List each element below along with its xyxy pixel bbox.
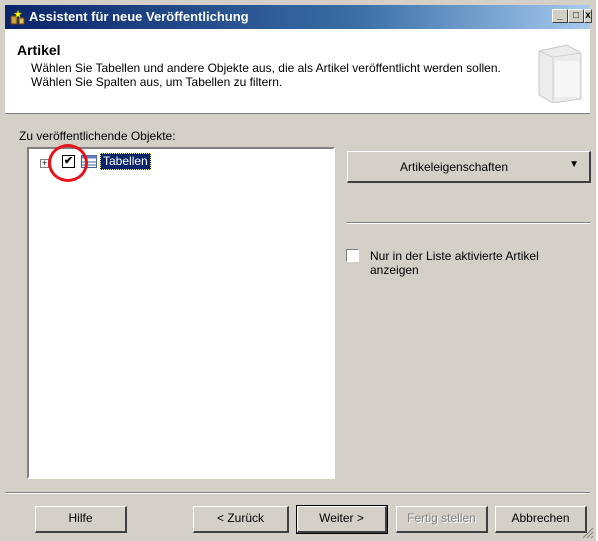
page-title: Artikel [17, 42, 61, 58]
wizard-icon [10, 9, 25, 25]
tree-item-tabellen[interactable]: Tabellen [100, 153, 151, 170]
minimize-button[interactable]: _ [552, 9, 568, 23]
help-button[interactable]: Hilfe [35, 506, 127, 533]
article-properties-label: Artikeleigenschaften [400, 160, 509, 174]
wizard-header: Artikel Wählen Sie Tabellen und andere O… [5, 29, 590, 114]
maximize-button[interactable]: □ [568, 9, 584, 23]
separator [347, 222, 591, 224]
page-description: Wählen Sie Tabellen und andere Objekte a… [31, 61, 501, 89]
tabellen-checkbox[interactable]: ✔ [62, 155, 75, 168]
finish-button[interactable]: Fertig stellen [396, 506, 488, 533]
table-icon [81, 155, 97, 168]
objects-tree[interactable]: + ✔ Tabellen [27, 147, 335, 479]
dropdown-arrow-icon: ▼ [569, 159, 579, 170]
wizard-window: Assistent für neue Veröffentlichung _ □ … [0, 0, 596, 541]
back-button[interactable]: < Zurück [193, 506, 289, 533]
bottom-separator [5, 492, 590, 494]
only-checked-checkbox[interactable] [346, 249, 359, 262]
title-bar[interactable]: Assistent für neue Veröffentlichung _ □ … [5, 5, 592, 29]
only-checked-label[interactable]: Nur in der Liste aktivierte Artikel anze… [370, 249, 580, 277]
article-properties-button[interactable]: Artikeleigenschaften ▼ [347, 151, 591, 183]
close-button[interactable]: x [584, 9, 592, 23]
book-graphic-icon [538, 44, 582, 103]
next-button[interactable]: Weiter > [296, 505, 388, 534]
resize-grip-icon[interactable] [582, 527, 594, 539]
expand-icon[interactable]: + [40, 159, 49, 168]
window-title: Assistent für neue Veröffentlichung [29, 9, 249, 24]
objects-label: Zu veröffentlichende Objekte: [19, 129, 176, 143]
cancel-button[interactable]: Abbrechen [495, 506, 587, 533]
